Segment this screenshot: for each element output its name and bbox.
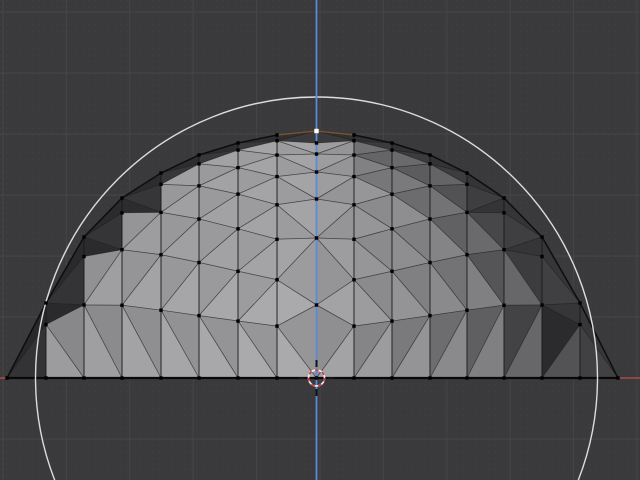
viewport-canvas[interactable] — [0, 0, 640, 480]
blender-viewport[interactable] — [0, 0, 640, 480]
apex-vertex-selected[interactable] — [314, 128, 319, 134]
